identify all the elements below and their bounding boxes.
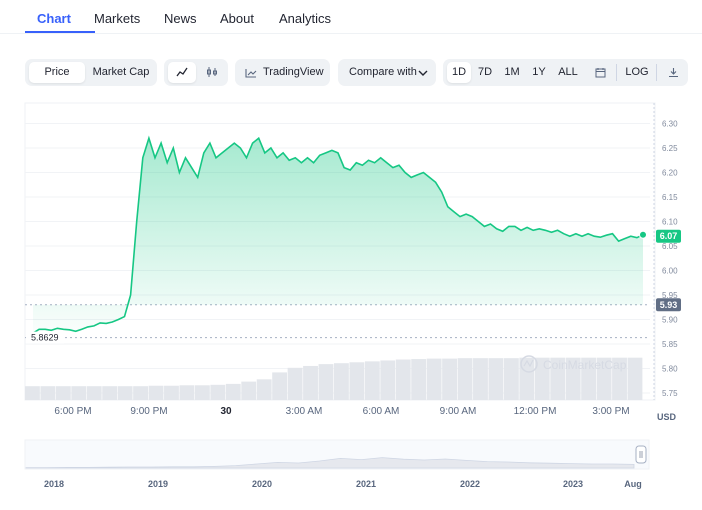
volume-bar [210,384,226,400]
volume-bar [318,364,334,400]
volume-bar [256,379,272,400]
x-tick-label: 12:00 PM [514,406,557,417]
volume-bar [117,386,133,400]
y-tick-label: 6.00 [662,267,678,276]
currency-label: USD [657,412,677,422]
x-tick-label: 9:00 PM [130,406,167,417]
navigator-year-label: 2018 [44,479,64,489]
navigator-year-label: Aug [624,479,642,489]
volume-bar [457,358,473,400]
volume-bar [71,386,87,400]
price-area-fill [33,138,643,334]
volume-bar [473,358,488,400]
navigator-handle[interactable] [635,445,647,464]
volume-bar [334,363,349,400]
volume-bar [148,385,164,400]
navigator-year-label: 2023 [563,479,583,489]
x-tick-label: 30 [220,406,232,417]
y-tick-label: 5.85 [662,340,678,349]
y-tick-label: 6.15 [662,193,678,202]
x-tick-label: 6:00 AM [363,406,400,417]
volume-bar [55,386,71,400]
watermark-text: CoinMarketCap [543,358,627,372]
y-tick-label: 5.75 [662,389,678,398]
volume-bar [364,361,380,400]
y-tick-label: 6.30 [662,120,678,129]
current-price-dot [639,230,647,239]
navigator-year-label: 2019 [148,479,168,489]
navigator-year-label: 2020 [252,479,272,489]
y-tick-label: 6.10 [662,218,678,227]
volume-bar [380,360,396,400]
volume-bar [442,358,457,400]
volume-bar [241,381,257,400]
volume-bar [25,386,40,400]
volume-bar [411,359,427,400]
volume-bar [133,386,148,400]
y-tick-label: 5.90 [662,316,678,325]
volume-bar [303,365,318,400]
volume-bar [627,357,643,400]
navigator-year-label: 2021 [356,479,376,489]
x-tick-label: 3:00 AM [286,406,323,417]
y-tick-label: 6.25 [662,144,678,153]
x-tick-label: 6:00 PM [54,406,91,417]
range-navigator[interactable]: 2018 2019 2020 2021 2022 2023 Aug [24,439,650,489]
x-tick-label: 3:00 PM [592,406,629,417]
volume-bar [102,386,118,400]
y-tick-label: 6.20 [662,169,678,178]
volume-bar [349,362,365,400]
x-tick-label: 9:00 AM [440,406,477,417]
y-tick-label: 5.80 [662,365,678,374]
volume-bar [287,367,303,400]
price-chart: CoinMarketCap 6.306.256.206.156.106.056.… [24,102,681,489]
low-price-label: 5.8629 [31,333,59,343]
y-tick-label: 6.05 [662,242,678,251]
volume-bar [86,386,102,400]
reference-price-label: 5.93 [660,300,678,310]
volume-bar [40,386,56,400]
volume-bar [179,385,195,400]
volume-bar [194,385,210,400]
volume-bar [164,385,179,400]
current-price-label: 6.07 [660,231,678,241]
navigator-year-label: 2022 [460,479,480,489]
volume-bar [225,383,241,400]
volume-bar [503,358,519,400]
volume-bar [272,372,288,400]
volume-bar [426,358,442,400]
volume-bar [395,359,411,400]
volume-bar [488,358,504,400]
